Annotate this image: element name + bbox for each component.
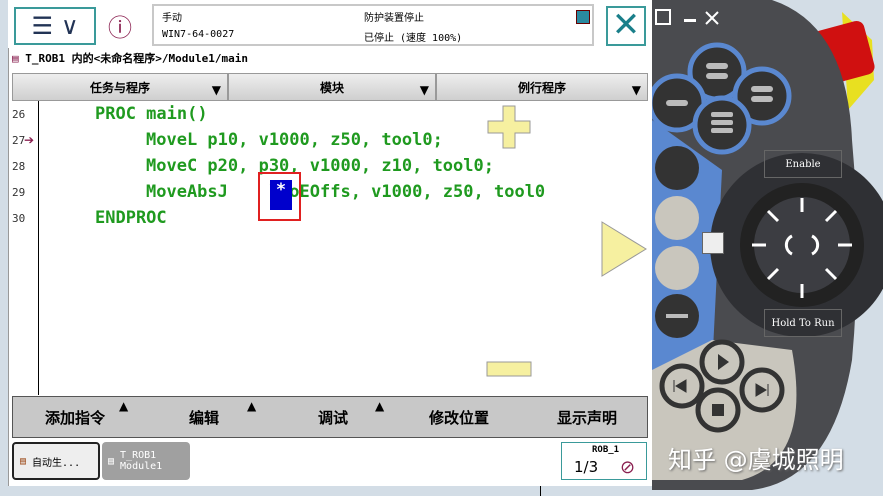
code-line[interactable]: MoveL p10, v1000, z50, tool0; (146, 130, 443, 150)
line-number: 28 (12, 160, 26, 173)
edit-button[interactable]: 编辑 (189, 407, 219, 428)
gutter-divider (38, 101, 39, 395)
selected-argument[interactable]: * (270, 180, 292, 210)
caret-down-icon: ▼ (631, 83, 641, 97)
caret-down-icon: ▼ (419, 83, 429, 97)
main-menu-button[interactable]: ☰ ∨ (14, 7, 96, 45)
play-triangle-icon[interactable] (600, 220, 648, 278)
minus-icon[interactable] (486, 360, 532, 378)
chevron-down-icon: ∨ (60, 12, 79, 40)
line-number: 30 (12, 212, 26, 225)
code-line[interactable]: MoveC p20, p30, v1000, z10, tool0; (146, 156, 494, 176)
status-panel[interactable]: 手动 WIN7-64-0027 防护装置停止 已停止 (速度 100%) (152, 4, 594, 46)
bottom-menu: 添加指令 ▲ 编辑 ▲ 调试 ▲ 修改位置 显示声明 (12, 396, 648, 438)
caret-up-icon: ▲ (247, 399, 257, 413)
dropdown-module[interactable]: 模块 ▼ (228, 73, 436, 101)
joystick-lock-icon[interactable] (702, 232, 724, 254)
caret-up-icon: ▲ (119, 399, 129, 413)
close-button[interactable]: ✕ (606, 6, 646, 46)
add-instruction-button[interactable]: 添加指令 (45, 407, 105, 428)
hold-to-run-button[interactable]: Hold To Run (764, 309, 842, 337)
increment-indicator: 1/3 (574, 458, 599, 476)
dropdown-routine[interactable]: 例行程序 ▼ (436, 73, 648, 101)
program-icon: ▤ (108, 455, 115, 467)
code-line[interactable]: PROC main() (95, 104, 208, 124)
run-mode-icon: ⊘ (620, 457, 636, 478)
watermark: 知乎 @虞城照明 (668, 446, 844, 474)
enable-button[interactable]: Enable (764, 150, 842, 178)
mode-text: 手动 (162, 13, 182, 24)
line-number: 26 (12, 108, 26, 121)
virtual-pendant (652, 0, 883, 490)
guard-status: 防护装置停止 (364, 13, 424, 24)
modify-position-button[interactable]: 修改位置 (429, 407, 489, 428)
status-icon (576, 10, 590, 24)
show-declaration-button[interactable]: 显示声明 (557, 407, 617, 428)
program-pointer-icon: ➔ (24, 133, 35, 147)
run-state: 已停止 (速度 100%) (364, 33, 463, 44)
code-line[interactable]: MoveAbsJ \NoEOffs, v1000, z50, tool0 (146, 182, 545, 202)
system-name: WIN7-64-0027 (162, 29, 235, 40)
debug-button[interactable]: 调试 (318, 407, 348, 428)
code-line[interactable]: ENDPROC (95, 208, 167, 228)
app-icon: ▤ (20, 455, 27, 467)
quickset-button[interactable]: ROB_1 1/3 ⊘ (561, 442, 647, 480)
plus-icon[interactable] (486, 104, 532, 150)
divider (540, 486, 541, 496)
event-log-icon[interactable]: ⓘ (108, 8, 144, 46)
breadcrumb: ▤ T_ROB1 内的<未命名程序>/Module1/main (12, 52, 248, 65)
taskbar-item-program[interactable]: ▤ T_ROB1 Module1 (102, 442, 190, 480)
dropdown-tasks[interactable]: 任务与程序 ▼ (12, 73, 228, 101)
menu-icon: ☰ (31, 12, 53, 40)
line-number: 29 (12, 186, 26, 199)
caret-down-icon: ▼ (211, 83, 221, 97)
program-icon: ▤ (12, 52, 26, 65)
caret-up-icon: ▲ (375, 399, 385, 413)
taskbar-item-auto[interactable]: ▤ 自动生... (12, 442, 100, 480)
